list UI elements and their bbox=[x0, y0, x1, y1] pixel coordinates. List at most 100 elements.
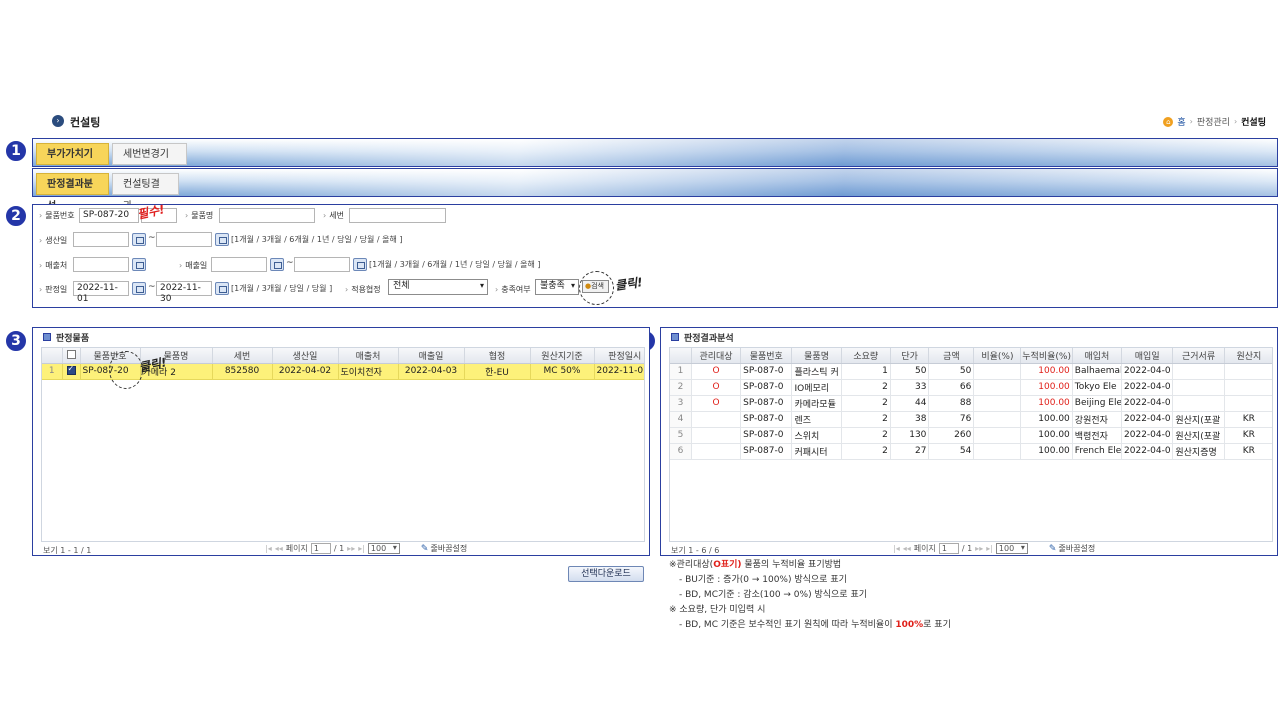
item-no-input[interactable]: SP-087-20 bbox=[79, 208, 139, 223]
ratio-cell[interactable] bbox=[973, 395, 1022, 412]
unit-price-cell[interactable]: 50 bbox=[890, 363, 930, 380]
item-no-cell[interactable]: SP-087-0 bbox=[740, 379, 793, 396]
sale-date-quick-range[interactable]: [1개월 / 3개월 / 6개월 / 1년 / 당일 / 당월 / 올해 ] bbox=[369, 259, 541, 270]
item-no-cell[interactable]: SP-087-0 bbox=[740, 411, 793, 428]
column-header[interactable]: 물품명 bbox=[791, 348, 842, 364]
column-header[interactable]: 매출일 bbox=[398, 348, 465, 364]
sale-date-to-input[interactable] bbox=[294, 257, 350, 272]
last-page-icon[interactable]: ▸| bbox=[358, 544, 365, 553]
tab-judgement-analysis[interactable]: 판정결과분석 bbox=[36, 173, 109, 212]
mgmt-target-cell[interactable] bbox=[691, 427, 742, 444]
judge-date-quick-range[interactable]: [1개월 / 3개월 / 당일 / 당월 ] bbox=[231, 283, 332, 294]
column-setting-button[interactable]: ✎ 줄바꿈설정 bbox=[1049, 543, 1095, 554]
column-header[interactable]: 생산일 bbox=[272, 348, 339, 364]
amount-cell[interactable]: 54 bbox=[928, 443, 975, 460]
select-all-checkbox[interactable] bbox=[66, 349, 76, 359]
judged-at-cell[interactable]: 2022-11-01 bbox=[594, 363, 644, 380]
column-header[interactable]: 매입처 bbox=[1072, 348, 1123, 364]
vendor-cell[interactable]: Beijing Ele bbox=[1072, 395, 1123, 412]
column-header[interactable]: 협정 bbox=[464, 348, 531, 364]
ratio-cell[interactable] bbox=[973, 379, 1022, 396]
ratio-cell[interactable] bbox=[973, 443, 1022, 460]
origin-cell[interactable]: KR bbox=[1224, 427, 1272, 444]
vendor-cell[interactable]: Balhaemal bbox=[1072, 363, 1123, 380]
breadcrumb-judgement[interactable]: 판정관리 bbox=[1197, 115, 1230, 128]
item-name-cell[interactable]: 카메라모듈 bbox=[791, 395, 842, 412]
calendar-icon[interactable] bbox=[270, 258, 284, 271]
judge-date-to-input[interactable]: 2022-11-30 bbox=[156, 281, 212, 304]
mgmt-target-cell[interactable]: O bbox=[691, 379, 742, 396]
cum-ratio-cell[interactable]: 100.00 bbox=[1020, 379, 1073, 396]
unit-price-cell[interactable]: 44 bbox=[890, 395, 930, 412]
column-header[interactable]: 매입일 bbox=[1121, 348, 1174, 364]
hs-code-input[interactable] bbox=[349, 208, 446, 223]
column-header[interactable]: 비율(%) bbox=[973, 348, 1022, 364]
item-no-cell[interactable]: SP-087-0 bbox=[740, 363, 793, 380]
select-all-header[interactable] bbox=[62, 348, 81, 364]
calendar-icon[interactable] bbox=[132, 282, 146, 295]
origin-cell[interactable] bbox=[1224, 363, 1272, 380]
column-header[interactable]: 누적비율(%) bbox=[1020, 348, 1073, 364]
calendar-icon[interactable] bbox=[132, 233, 146, 246]
item-name-cell[interactable]: IO메모리 bbox=[791, 379, 842, 396]
origin-cell[interactable]: KR bbox=[1224, 411, 1272, 428]
document-cell[interactable]: 원산지증명 bbox=[1172, 443, 1225, 460]
next-page-icon[interactable]: ▸▸ bbox=[975, 544, 983, 553]
unit-price-cell[interactable]: 38 bbox=[890, 411, 930, 428]
document-cell[interactable]: 원산지(포괄 bbox=[1172, 411, 1225, 428]
vendor-cell[interactable]: Tokyo Ele bbox=[1072, 379, 1123, 396]
ratio-cell[interactable] bbox=[973, 427, 1022, 444]
qty-cell[interactable]: 2 bbox=[841, 427, 891, 444]
table-row[interactable]: 5 SP-087-0 스위치 2 130 260 100.00 백령전자 2022-04-0 원산… bbox=[670, 427, 1272, 444]
column-header[interactable]: 소요량 bbox=[841, 348, 891, 364]
calendar-icon[interactable] bbox=[353, 258, 367, 271]
mgmt-target-cell[interactable] bbox=[691, 443, 742, 460]
mgmt-target-cell[interactable]: O bbox=[691, 363, 742, 380]
page-size-select[interactable]: 100 ▾ bbox=[995, 543, 1028, 554]
qty-cell[interactable]: 2 bbox=[841, 395, 891, 412]
amount-cell[interactable]: 260 bbox=[928, 427, 975, 444]
row-checkbox[interactable] bbox=[66, 364, 76, 375]
sale-date-from-input[interactable] bbox=[211, 257, 267, 272]
item-no-cell[interactable]: SP-087-0 bbox=[740, 443, 793, 460]
buyer-cell[interactable]: 도이치전자 bbox=[338, 363, 399, 380]
satisfy-select[interactable]: 불충족 ▾ bbox=[535, 279, 579, 295]
amount-cell[interactable]: 76 bbox=[928, 411, 975, 428]
sale-date-cell[interactable]: 2022-04-03 bbox=[398, 363, 465, 380]
next-page-icon[interactable]: ▸▸ bbox=[347, 544, 355, 553]
prod-date-from-input[interactable] bbox=[73, 232, 129, 247]
purchase-date-cell[interactable]: 2022-04-0 bbox=[1121, 363, 1174, 380]
selected-download-button[interactable]: 선택다운로드 bbox=[568, 566, 644, 582]
home-icon[interactable]: ⌂ bbox=[1163, 116, 1174, 127]
item-no-cell[interactable]: SP-087-0 bbox=[740, 427, 793, 444]
fta-cell[interactable]: 한-EU bbox=[464, 363, 531, 380]
cum-ratio-cell[interactable]: 100.00 bbox=[1020, 427, 1073, 444]
mgmt-target-cell[interactable] bbox=[691, 411, 742, 428]
column-header[interactable]: 매출처 bbox=[338, 348, 399, 364]
document-cell[interactable]: 원산지(포괄 bbox=[1172, 427, 1225, 444]
column-header[interactable]: 원산지 bbox=[1224, 348, 1272, 364]
item-no-cell[interactable]: SP-087-0 bbox=[740, 395, 793, 412]
amount-cell[interactable]: 66 bbox=[928, 379, 975, 396]
column-header-sortable[interactable]: 판정일시 ⇕ bbox=[594, 348, 644, 364]
tab-tariff-shift[interactable]: 세번변경기준 bbox=[112, 143, 187, 182]
item-name-cell[interactable]: 플라스틱 커 bbox=[791, 363, 842, 380]
amount-cell[interactable]: 50 bbox=[928, 363, 975, 380]
column-header[interactable]: 관리대상 bbox=[691, 348, 742, 364]
table-row[interactable]: 4 SP-087-0 렌즈 2 38 76 100.00 강원전자 2022-04-0 원산지(포… bbox=[670, 411, 1272, 428]
table-row[interactable]: 3 O SP-087-0 카메라모듈 2 44 88 100.00 Beijing Ele 202… bbox=[670, 395, 1272, 412]
column-header[interactable]: 원산지기준 bbox=[530, 348, 595, 364]
item-name-cell[interactable]: 렌즈 bbox=[791, 411, 842, 428]
item-name-cell[interactable]: 스위치 bbox=[791, 427, 842, 444]
page-size-select[interactable]: 100 ▾ bbox=[367, 543, 400, 554]
document-cell[interactable] bbox=[1172, 363, 1225, 380]
ratio-cell[interactable] bbox=[973, 363, 1022, 380]
cum-ratio-cell[interactable]: 100.00 bbox=[1020, 411, 1073, 428]
prev-page-icon[interactable]: ◂◂ bbox=[275, 544, 283, 553]
purchase-date-cell[interactable]: 2022-04-0 bbox=[1121, 411, 1174, 428]
page-input[interactable]: 1 bbox=[310, 543, 331, 554]
page-input[interactable]: 1 bbox=[938, 543, 959, 554]
column-header[interactable]: 단가 bbox=[890, 348, 930, 364]
origin-cell[interactable] bbox=[1224, 395, 1272, 412]
last-page-icon[interactable]: ▸| bbox=[986, 544, 993, 553]
